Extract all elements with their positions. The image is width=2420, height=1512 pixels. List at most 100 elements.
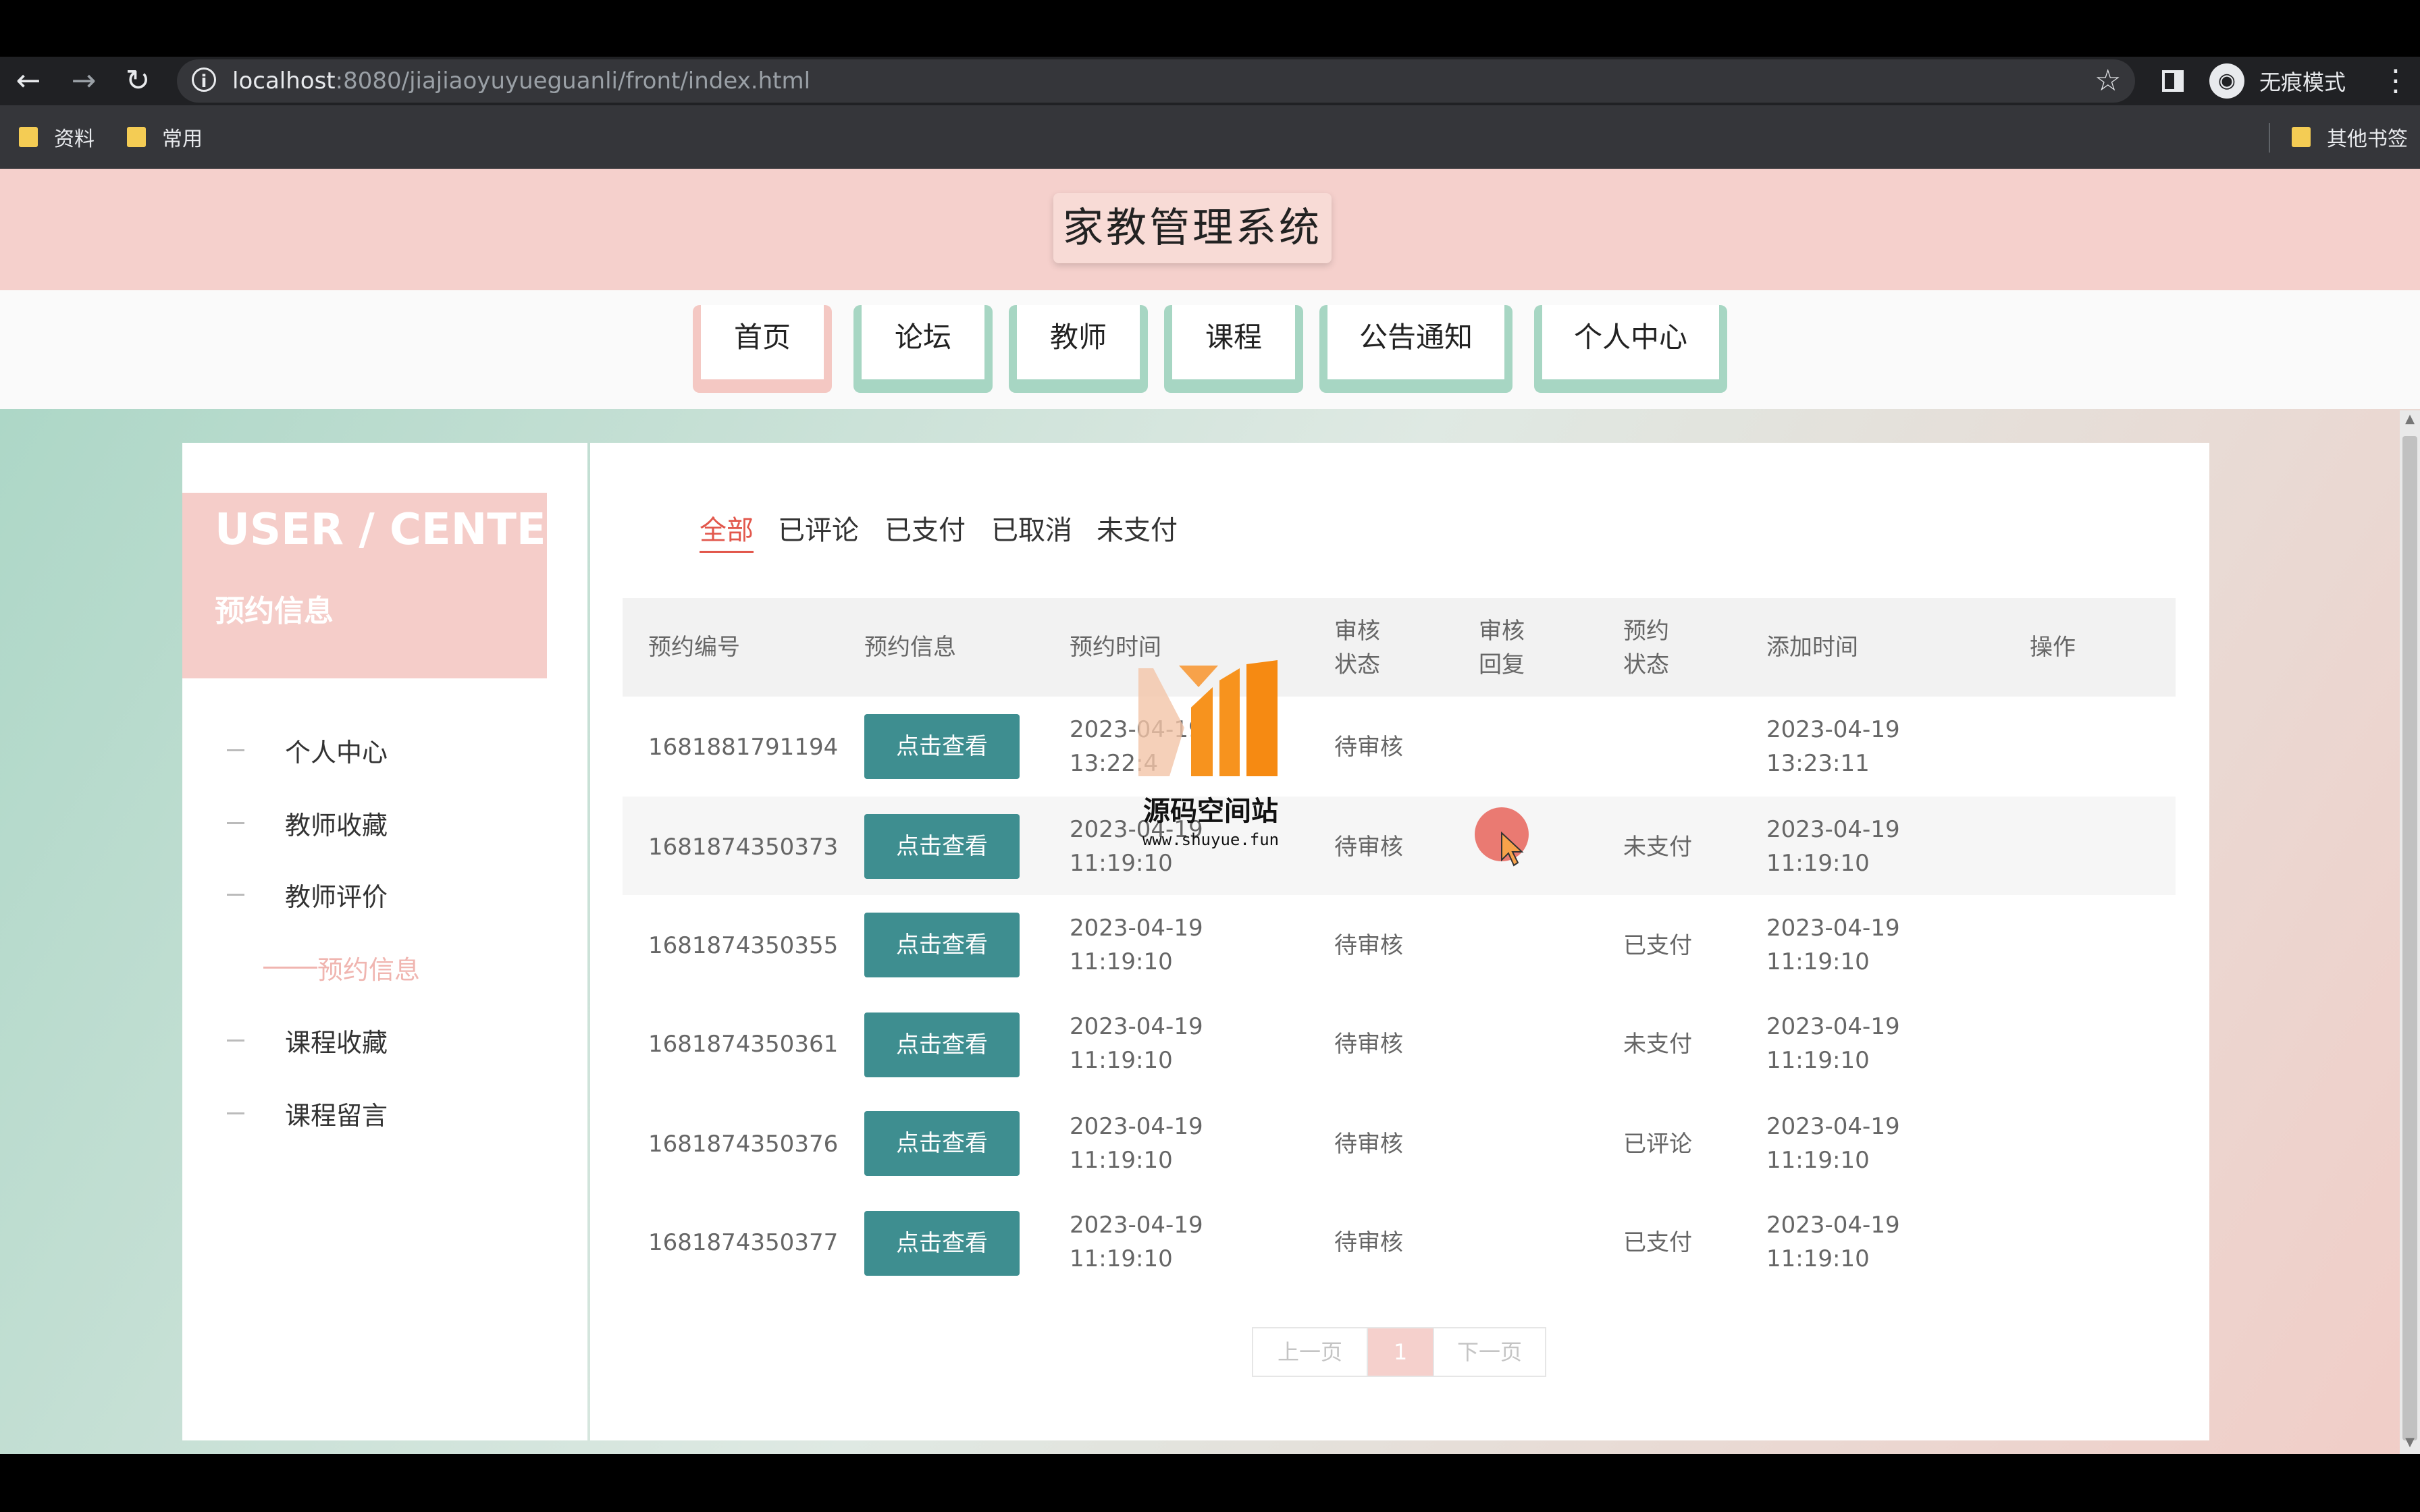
row-add-date: 2023-04-19 [1766, 816, 1900, 843]
nav-user-center[interactable]: 个人中心 [1534, 305, 1727, 393]
row-status: 未支付 [1623, 834, 1692, 861]
row-time: 11:19:10 [1070, 1245, 1173, 1272]
folder-icon [2292, 127, 2311, 147]
bookmark-folder-0[interactable]: 资料 [19, 120, 95, 154]
sidebar-item-teacher-favorites[interactable]: 教师收藏 [227, 799, 388, 846]
row-id: 1681874350361 [648, 1031, 839, 1058]
row-add-date: 2023-04-19 [1766, 716, 1900, 743]
dash-icon [263, 966, 317, 969]
nav-notices[interactable]: 公告通知 [1319, 305, 1512, 393]
scrollbar-thumb[interactable] [2402, 436, 2417, 1440]
tab-unpaid[interactable]: 未支付 [1097, 510, 1178, 551]
col-header-actions: 操作 [2030, 634, 2076, 661]
scroll-up-arrow-icon[interactable]: ▲ [2401, 412, 2419, 426]
sidebar-title: USER / CENTER [215, 505, 579, 555]
table-header [623, 598, 2176, 697]
scroll-down-arrow-icon[interactable]: ▼ [2401, 1435, 2419, 1449]
row-add-time: 13:23:11 [1766, 750, 1870, 777]
col-header-added: 添加时间 [1766, 634, 1858, 661]
next-page-button[interactable]: 下一页 [1433, 1328, 1545, 1376]
back-arrow-icon[interactable]: ← [12, 65, 45, 97]
row-time: 11:19:10 [1070, 1147, 1173, 1174]
folder-icon [127, 127, 146, 147]
tab-all[interactable]: 全部 [700, 510, 754, 553]
row-audit: 待审核 [1334, 834, 1403, 861]
view-details-button[interactable]: 点击查看 [864, 714, 1020, 779]
col-header-info: 预约信息 [864, 634, 956, 661]
row-id: 1681881791194 [648, 734, 839, 761]
incognito-icon[interactable]: ◉ [2209, 63, 2244, 99]
nav-label: 课程 [1172, 305, 1295, 379]
sidebar-item-course-messages[interactable]: 课程留言 [227, 1089, 388, 1137]
col-header-time: 预约时间 [1070, 634, 1161, 661]
reload-icon[interactable]: ↻ [122, 65, 154, 97]
view-details-button[interactable]: 点击查看 [864, 1211, 1020, 1276]
nav-label: 个人中心 [1542, 305, 1719, 379]
tab-cancelled[interactable]: 已取消 [991, 510, 1072, 551]
tab-reviewed[interactable]: 已评论 [778, 510, 859, 551]
row-add-date: 2023-04-19 [1766, 1013, 1900, 1040]
sidebar-item-label: 个人中心 [285, 737, 388, 767]
sidebar-item-teacher-reviews[interactable]: 教师评价 [227, 871, 388, 918]
row-date: 2023-04-19 [1070, 1212, 1203, 1239]
tab-paid[interactable]: 已支付 [885, 510, 966, 551]
view-details-button[interactable]: 点击查看 [864, 913, 1020, 977]
nav-courses[interactable]: 课程 [1164, 305, 1303, 393]
nav-label: 论坛 [862, 305, 984, 379]
bookmark-divider [2269, 123, 2270, 153]
window-bottom-bar [0, 1454, 2420, 1512]
row-audit: 待审核 [1334, 734, 1403, 761]
side-panel-icon[interactable] [2162, 70, 2184, 92]
pagination: 上一页 1 下一页 [1252, 1327, 1546, 1377]
sidebar-item-appointments[interactable]: 预约信息 [263, 944, 420, 991]
row-audit: 待审核 [1334, 1131, 1403, 1158]
col-header-status: 预约状态 [1623, 618, 1669, 678]
nav-teachers[interactable]: 教师 [1009, 305, 1148, 393]
col-header-id: 预约编号 [648, 634, 740, 661]
other-bookmarks[interactable]: 其他书签 [2292, 120, 2408, 154]
row-status: 已支付 [1623, 932, 1692, 959]
row-audit: 待审核 [1334, 1229, 1403, 1256]
forward-arrow-icon[interactable]: → [68, 65, 100, 97]
row-add-time: 11:19:10 [1766, 948, 1870, 975]
bookmark-star-icon[interactable]: ☆ [2095, 65, 2121, 97]
bookmark-folder-1[interactable]: 常用 [127, 120, 203, 154]
menu-kebab-icon[interactable]: ⋮ [2381, 65, 2411, 97]
row-add-time: 11:19:10 [1766, 1047, 1870, 1074]
dash-icon [227, 749, 244, 751]
site-title: 家教管理系统 [1053, 193, 1332, 263]
prev-page-button[interactable]: 上一页 [1253, 1328, 1368, 1376]
nav-label: 教师 [1017, 305, 1140, 379]
nav-home[interactable]: 首页 [693, 305, 832, 393]
nav-forum[interactable]: 论坛 [853, 305, 993, 393]
sidebar-item-label: 教师收藏 [285, 810, 388, 840]
dash-icon [227, 1112, 244, 1114]
sidebar-item-user-center[interactable]: 个人中心 [227, 726, 388, 774]
row-status: 已支付 [1623, 1229, 1692, 1256]
row-id: 1681874350373 [648, 834, 839, 861]
incognito-label[interactable]: 无痕模式 [2259, 68, 2346, 97]
sidebar-item-label: 教师评价 [285, 882, 388, 912]
view-details-button[interactable]: 点击查看 [864, 814, 1020, 879]
row-id: 1681874350376 [648, 1131, 839, 1158]
mouse-cursor-icon [1501, 832, 1524, 867]
row-add-time: 11:19:10 [1766, 1147, 1870, 1174]
view-details-button[interactable]: 点击查看 [864, 1013, 1020, 1077]
row-time: 11:19:10 [1070, 948, 1173, 975]
nav-label: 公告通知 [1327, 305, 1504, 379]
bookmark-label: 常用 [162, 128, 203, 151]
watermark-url: www.shuyue.fun [1142, 830, 1280, 849]
bookmark-label: 资料 [54, 128, 95, 151]
view-details-button[interactable]: 点击查看 [864, 1111, 1020, 1176]
url-host: localhost [232, 68, 336, 94]
row-audit: 待审核 [1334, 932, 1403, 959]
row-id: 1681874350377 [648, 1229, 839, 1256]
sidebar-item-course-favorites[interactable]: 课程收藏 [227, 1017, 388, 1064]
row-status: 已评论 [1623, 1131, 1692, 1158]
site-info-icon[interactable]: i [192, 68, 216, 92]
row-add-date: 2023-04-19 [1766, 1212, 1900, 1239]
row-add-date: 2023-04-19 [1766, 915, 1900, 942]
dash-icon [227, 1039, 244, 1042]
url-text[interactable]: localhost:8080/jiajiaoyuyueguanli/front/… [232, 66, 810, 96]
current-page[interactable]: 1 [1368, 1328, 1433, 1376]
